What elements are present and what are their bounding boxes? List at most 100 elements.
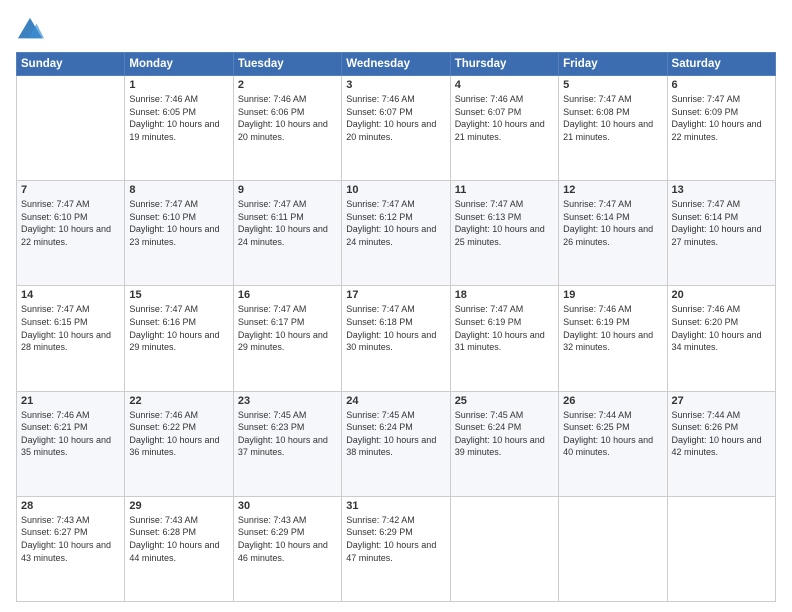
day-cell: 22 Sunrise: 7:46 AM Sunset: 6:22 PM Dayli… xyxy=(125,391,233,496)
day-number: 20 xyxy=(672,289,771,301)
day-number: 10 xyxy=(346,184,445,196)
logo-icon xyxy=(16,16,44,44)
day-cell xyxy=(17,76,125,181)
day-cell: 16 Sunrise: 7:47 AM Sunset: 6:17 PM Dayli… xyxy=(233,286,341,391)
cell-text: Sunrise: 7:47 AM Sunset: 6:09 PM Dayligh… xyxy=(672,93,771,143)
day-number: 3 xyxy=(346,79,445,91)
day-header-wednesday: Wednesday xyxy=(342,53,450,76)
week-row-0: 1 Sunrise: 7:46 AM Sunset: 6:05 PM Daylig… xyxy=(17,76,776,181)
day-number: 22 xyxy=(129,395,228,407)
cell-text: Sunrise: 7:47 AM Sunset: 6:10 PM Dayligh… xyxy=(21,198,120,248)
day-number: 2 xyxy=(238,79,337,91)
day-cell: 17 Sunrise: 7:47 AM Sunset: 6:18 PM Dayli… xyxy=(342,286,450,391)
day-cell: 14 Sunrise: 7:47 AM Sunset: 6:15 PM Dayli… xyxy=(17,286,125,391)
day-number: 17 xyxy=(346,289,445,301)
cell-text: Sunrise: 7:47 AM Sunset: 6:19 PM Dayligh… xyxy=(455,303,554,353)
cell-text: Sunrise: 7:47 AM Sunset: 6:15 PM Dayligh… xyxy=(21,303,120,353)
cell-text: Sunrise: 7:46 AM Sunset: 6:05 PM Dayligh… xyxy=(129,93,228,143)
cell-text: Sunrise: 7:45 AM Sunset: 6:23 PM Dayligh… xyxy=(238,409,337,459)
header xyxy=(16,16,776,44)
cell-text: Sunrise: 7:47 AM Sunset: 6:14 PM Dayligh… xyxy=(563,198,662,248)
day-number: 15 xyxy=(129,289,228,301)
week-row-2: 14 Sunrise: 7:47 AM Sunset: 6:15 PM Dayli… xyxy=(17,286,776,391)
cell-text: Sunrise: 7:47 AM Sunset: 6:08 PM Dayligh… xyxy=(563,93,662,143)
cell-text: Sunrise: 7:46 AM Sunset: 6:22 PM Dayligh… xyxy=(129,409,228,459)
cell-text: Sunrise: 7:46 AM Sunset: 6:21 PM Dayligh… xyxy=(21,409,120,459)
day-cell: 9 Sunrise: 7:47 AM Sunset: 6:11 PM Daylig… xyxy=(233,181,341,286)
day-cell: 19 Sunrise: 7:46 AM Sunset: 6:19 PM Dayli… xyxy=(559,286,667,391)
day-number: 27 xyxy=(672,395,771,407)
cell-text: Sunrise: 7:47 AM Sunset: 6:12 PM Dayligh… xyxy=(346,198,445,248)
cell-text: Sunrise: 7:46 AM Sunset: 6:06 PM Dayligh… xyxy=(238,93,337,143)
cell-text: Sunrise: 7:45 AM Sunset: 6:24 PM Dayligh… xyxy=(455,409,554,459)
day-cell: 23Sunrise: 7:45 AM Sunset: 6:23 PM Dayli… xyxy=(233,391,341,496)
cell-text: Sunrise: 7:43 AM Sunset: 6:28 PM Dayligh… xyxy=(129,514,228,564)
day-cell: 3 Sunrise: 7:46 AM Sunset: 6:07 PM Daylig… xyxy=(342,76,450,181)
day-number: 1 xyxy=(129,79,228,91)
day-number: 9 xyxy=(238,184,337,196)
cell-text: Sunrise: 7:43 AM Sunset: 6:27 PM Dayligh… xyxy=(21,514,120,564)
day-cell xyxy=(559,496,667,601)
day-cell: 13 Sunrise: 7:47 AM Sunset: 6:14 PM Dayli… xyxy=(667,181,775,286)
day-cell: 1 Sunrise: 7:46 AM Sunset: 6:05 PM Daylig… xyxy=(125,76,233,181)
cell-text: Sunrise: 7:47 AM Sunset: 6:18 PM Dayligh… xyxy=(346,303,445,353)
day-cell xyxy=(450,496,558,601)
day-cell: 20 Sunrise: 7:46 AM Sunset: 6:20 PM Dayli… xyxy=(667,286,775,391)
cell-text: Sunrise: 7:46 AM Sunset: 6:07 PM Dayligh… xyxy=(455,93,554,143)
day-cell: 24 Sunrise: 7:45 AM Sunset: 6:24 PM Dayli… xyxy=(342,391,450,496)
cell-text: Sunrise: 7:44 AM Sunset: 6:25 PM Dayligh… xyxy=(563,409,662,459)
week-row-1: 7 Sunrise: 7:47 AM Sunset: 6:10 PM Daylig… xyxy=(17,181,776,286)
day-cell: 29 Sunrise: 7:43 AM Sunset: 6:28 PM Dayli… xyxy=(125,496,233,601)
day-number: 28 xyxy=(21,500,120,512)
day-number: 24 xyxy=(346,395,445,407)
day-number: 8 xyxy=(129,184,228,196)
day-cell: 21 Sunrise: 7:46 AM Sunset: 6:21 PM Dayli… xyxy=(17,391,125,496)
cell-text: Sunrise: 7:47 AM Sunset: 6:10 PM Dayligh… xyxy=(129,198,228,248)
cell-text: Sunrise: 7:43 AM Sunset: 6:29 PM Dayligh… xyxy=(238,514,337,564)
cell-text: Sunrise: 7:46 AM Sunset: 6:07 PM Dayligh… xyxy=(346,93,445,143)
calendar-table: SundayMondayTuesdayWednesdayThursdayFrid… xyxy=(16,52,776,602)
week-row-3: 21 Sunrise: 7:46 AM Sunset: 6:21 PM Dayli… xyxy=(17,391,776,496)
cell-text: Sunrise: 7:44 AM Sunset: 6:26 PM Dayligh… xyxy=(672,409,771,459)
days-header-row: SundayMondayTuesdayWednesdayThursdayFrid… xyxy=(17,53,776,76)
day-cell: 10 Sunrise: 7:47 AM Sunset: 6:12 PM Dayli… xyxy=(342,181,450,286)
day-number: 19 xyxy=(563,289,662,301)
day-number: 26 xyxy=(563,395,662,407)
day-header-saturday: Saturday xyxy=(667,53,775,76)
day-cell: 2 Sunrise: 7:46 AM Sunset: 6:06 PM Daylig… xyxy=(233,76,341,181)
day-cell: 28 Sunrise: 7:43 AM Sunset: 6:27 PM Dayli… xyxy=(17,496,125,601)
day-number: 7 xyxy=(21,184,120,196)
day-cell xyxy=(667,496,775,601)
day-cell: 15Sunrise: 7:47 AM Sunset: 6:16 PM Dayli… xyxy=(125,286,233,391)
cell-text: Sunrise: 7:46 AM Sunset: 6:20 PM Dayligh… xyxy=(672,303,771,353)
day-number: 14 xyxy=(21,289,120,301)
day-cell: 5 Sunrise: 7:47 AM Sunset: 6:08 PM Daylig… xyxy=(559,76,667,181)
day-number: 6 xyxy=(672,79,771,91)
day-number: 5 xyxy=(563,79,662,91)
calendar-page: SundayMondayTuesdayWednesdayThursdayFrid… xyxy=(0,0,792,612)
day-number: 21 xyxy=(21,395,120,407)
day-header-thursday: Thursday xyxy=(450,53,558,76)
cell-text: Sunrise: 7:47 AM Sunset: 6:11 PM Dayligh… xyxy=(238,198,337,248)
logo xyxy=(16,16,48,44)
cell-text: Sunrise: 7:45 AM Sunset: 6:24 PM Dayligh… xyxy=(346,409,445,459)
day-cell: 12 Sunrise: 7:47 AM Sunset: 6:14 PM Dayli… xyxy=(559,181,667,286)
day-number: 16 xyxy=(238,289,337,301)
day-number: 12 xyxy=(563,184,662,196)
day-number: 11 xyxy=(455,184,554,196)
cell-text: Sunrise: 7:47 AM Sunset: 6:17 PM Dayligh… xyxy=(238,303,337,353)
day-cell: 4Sunrise: 7:46 AM Sunset: 6:07 PM Daylig… xyxy=(450,76,558,181)
week-row-4: 28 Sunrise: 7:43 AM Sunset: 6:27 PM Dayli… xyxy=(17,496,776,601)
day-cell: 31Sunrise: 7:42 AM Sunset: 6:29 PM Dayli… xyxy=(342,496,450,601)
day-cell: 11Sunrise: 7:47 AM Sunset: 6:13 PM Dayli… xyxy=(450,181,558,286)
day-header-tuesday: Tuesday xyxy=(233,53,341,76)
cell-text: Sunrise: 7:42 AM Sunset: 6:29 PM Dayligh… xyxy=(346,514,445,564)
cell-text: Sunrise: 7:47 AM Sunset: 6:14 PM Dayligh… xyxy=(672,198,771,248)
day-cell: 6 Sunrise: 7:47 AM Sunset: 6:09 PM Daylig… xyxy=(667,76,775,181)
day-number: 13 xyxy=(672,184,771,196)
cell-text: Sunrise: 7:46 AM Sunset: 6:19 PM Dayligh… xyxy=(563,303,662,353)
day-number: 29 xyxy=(129,500,228,512)
day-number: 25 xyxy=(455,395,554,407)
day-cell: 18Sunrise: 7:47 AM Sunset: 6:19 PM Dayli… xyxy=(450,286,558,391)
day-cell: 8 Sunrise: 7:47 AM Sunset: 6:10 PM Daylig… xyxy=(125,181,233,286)
